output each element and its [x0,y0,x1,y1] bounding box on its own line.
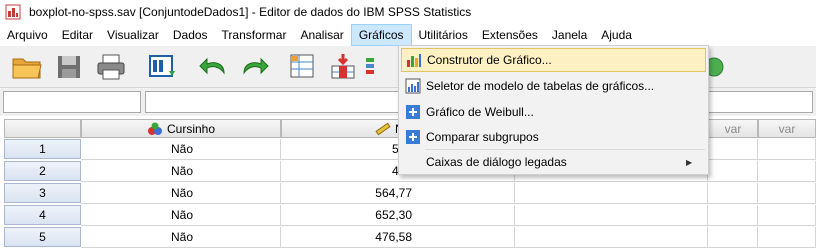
cell-nota[interactable]: 564,77 [281,183,515,204]
cell-cursinho[interactable]: Não [81,227,281,248]
cell-empty[interactable] [708,139,758,160]
scale-icon [375,122,391,135]
redo-icon[interactable] [238,51,272,83]
menu-item-legacy-dialogs[interactable]: Caixas de diálogo legadas ▶ [401,150,706,174]
goto-case-icon[interactable] [286,51,320,83]
submenu-arrow-icon: ▶ [686,157,693,167]
menu-item-label: Caixas de diálogo legadas [426,155,567,169]
menu-janela[interactable]: Janela [545,24,594,46]
graphs-menu-dropdown: Construtor de Gráfico... Seletor de mode… [398,45,709,175]
cell-empty[interactable] [758,227,816,248]
menu-extensoes[interactable]: Extensões [475,24,545,46]
menu-item-template-chooser[interactable]: Seletor de modelo de tabelas de gráficos… [401,74,706,98]
cell-nota[interactable]: 652,30 [281,205,515,226]
cell-empty[interactable] [708,161,758,182]
row-header[interactable]: 4 [4,205,81,225]
weibull-icon [405,104,421,120]
row-header[interactable]: 5 [4,227,81,247]
cell-cursinho[interactable]: Não [81,161,281,182]
save-icon[interactable] [52,51,86,83]
menu-item-label: Seletor de modelo de tabelas de gráficos… [426,79,655,93]
cell-cursinho[interactable]: Não [81,205,281,226]
menu-item-label: Comparar subgrupos [426,130,539,144]
cell-cursinho[interactable]: Não [81,183,281,204]
chart-builder-icon [406,52,422,68]
goto-variable-icon[interactable] [326,51,360,83]
menu-visualizar[interactable]: Visualizar [100,24,166,46]
spell-icon[interactable] [706,51,730,83]
cell-empty[interactable] [758,183,816,204]
menu-item-label: Gráfico de Weibull... [426,105,534,119]
recall-dialog-icon[interactable] [146,51,180,83]
menu-item-compare-subgroups[interactable]: Comparar subgrupos [401,125,706,149]
spss-app-icon [5,4,21,20]
menu-item-chart-builder[interactable]: Construtor de Gráfico... [401,48,706,72]
menu-transformar[interactable]: Transformar [215,24,294,46]
cell-empty[interactable] [758,139,816,160]
menu-arquivo[interactable]: Arquivo [0,24,55,46]
menu-editar[interactable]: Editar [55,24,100,46]
cell-empty[interactable] [515,183,708,204]
menu-dados[interactable]: Dados [166,24,215,46]
row-header[interactable]: 1 [4,139,81,159]
cell-empty[interactable] [758,205,816,226]
column-header-cursinho[interactable]: Cursinho [81,119,281,138]
nominal-icon [147,122,162,135]
row-header[interactable]: 3 [4,183,81,203]
menu-utilitarios[interactable]: Utilitários [412,24,475,46]
menu-ajuda[interactable]: Ajuda [594,24,639,46]
menu-item-weibull[interactable]: Gráfico de Weibull... [401,100,706,124]
corner-header[interactable] [4,119,81,138]
column-header-label: Cursinho [166,121,216,136]
undo-icon[interactable] [196,51,230,83]
cell-empty[interactable] [515,205,708,226]
menu-bar: Arquivo Editar Visualizar Dados Transfor… [0,24,816,46]
cell-empty[interactable] [758,161,816,182]
cell-nota[interactable]: 476,58 [281,227,515,248]
cell-empty[interactable] [515,227,708,248]
cell-empty[interactable] [708,183,758,204]
cell-empty[interactable] [708,205,758,226]
menu-item-label: Construtor de Gráfico... [427,53,552,67]
template-chooser-icon [405,78,421,94]
column-header-var[interactable]: var [758,119,816,138]
compare-subgroups-icon [405,129,421,145]
cell-empty[interactable] [708,227,758,248]
menu-analisar[interactable]: Analisar [293,24,350,46]
menu-graficos[interactable]: Gráficos [350,24,412,46]
open-folder-icon[interactable] [10,51,44,83]
cell-cursinho[interactable]: Não [81,139,281,160]
column-header-var[interactable]: var [708,119,758,138]
cell-reference-field[interactable] [3,91,141,113]
row-header[interactable]: 2 [4,161,81,181]
window-title: boxplot-no-spss.sav [ConjuntodeDados1] -… [29,5,472,19]
print-icon[interactable] [94,51,128,83]
variables-icon[interactable] [364,51,394,83]
title-bar: boxplot-no-spss.sav [ConjuntodeDados1] -… [0,0,816,24]
